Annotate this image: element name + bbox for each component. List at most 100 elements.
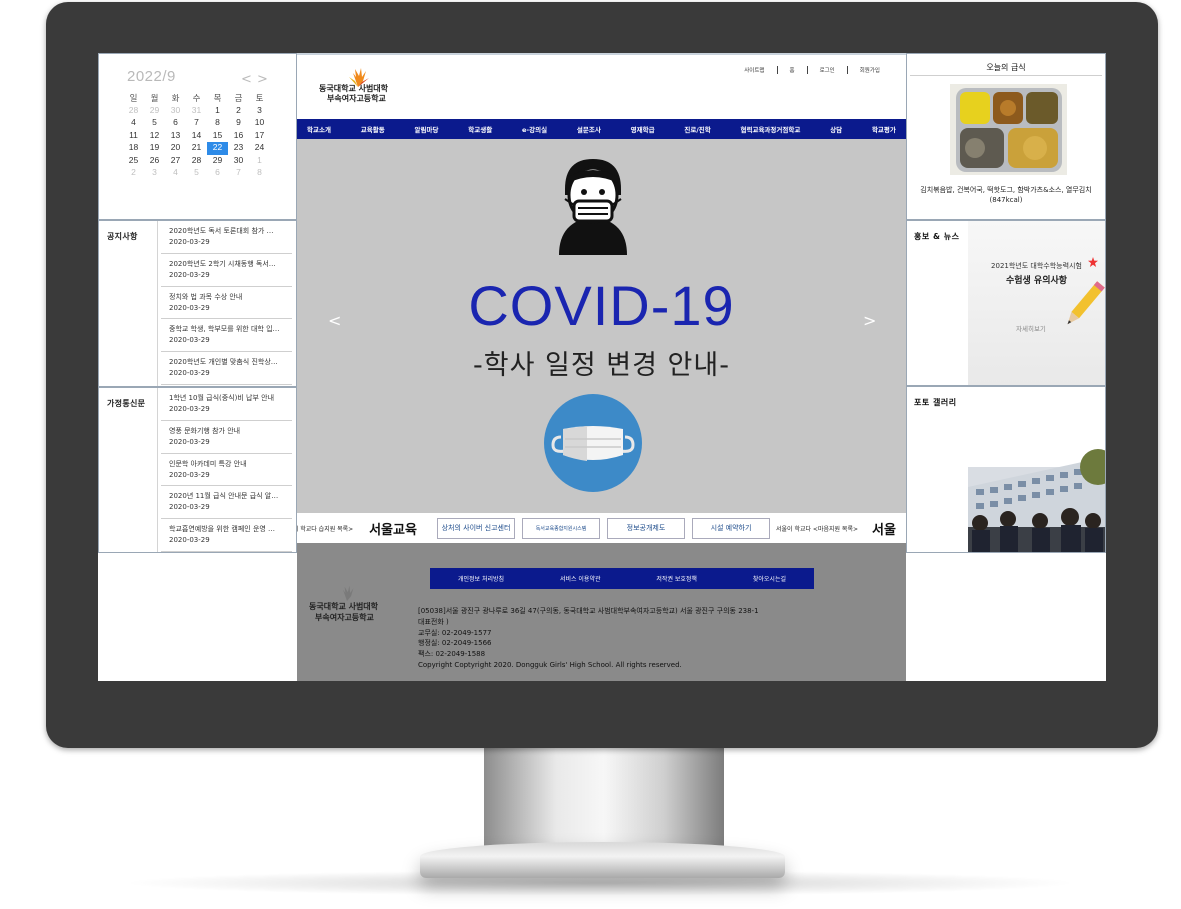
banner-facility-reservation[interactable]: 시설 예약하기	[692, 517, 770, 539]
calendar-day[interactable]: 14	[186, 130, 207, 143]
calendar-day[interactable]: 4	[165, 167, 186, 180]
calendar-day[interactable]: 18	[123, 142, 144, 155]
calendar-day[interactable]: 24	[249, 142, 270, 155]
calendar-day[interactable]: 3	[249, 105, 270, 118]
promo-card[interactable]: 2021학년도 대학수학능력시험 수험생 유의사항 자세히보기	[968, 221, 1105, 385]
notice-title[interactable]: 공지사항	[107, 231, 138, 242]
calendar-day[interactable]: 26	[144, 155, 165, 168]
calendar-day[interactable]: 31	[186, 105, 207, 118]
nav-item[interactable]: e-강의실	[522, 124, 547, 134]
footer-terms-link[interactable]: 서비스 이용약관	[560, 574, 601, 583]
calendar-day[interactable]: 29	[144, 105, 165, 118]
util-login-link[interactable]: 로그인	[806, 66, 847, 74]
newsletter-item[interactable]: 2020년 11월 급식 안내문 급식 알… 2020-03-29	[161, 486, 292, 520]
promo-card-more[interactable]: 자세히보기	[1016, 323, 1046, 333]
calendar-day[interactable]: 10	[249, 117, 270, 130]
banner-reading-system[interactable]: 독서교육종합지원시스템	[522, 517, 600, 539]
notice-item[interactable]: 2020학년도 개인별 맞춤식 진학상… 2020-03-29	[161, 352, 292, 385]
nav-item[interactable]: 학교소개	[307, 124, 331, 134]
newsletter-item[interactable]: 영풍 문화기행 참가 안내 2020-03-29	[161, 421, 292, 454]
calendar-day[interactable]: 27	[165, 155, 186, 168]
calendar-day[interactable]: 2	[228, 105, 249, 118]
gallery-photo[interactable]	[968, 387, 1105, 552]
util-signup-link[interactable]: 회원가입	[846, 66, 892, 74]
calendar-day[interactable]: 5	[144, 117, 165, 130]
calendar-day[interactable]: 28	[123, 105, 144, 118]
notice-item[interactable]: 정치와 법 과목 수상 안내 2020-03-29	[161, 287, 292, 320]
banner-info-disclosure[interactable]: 정보공개제도	[607, 517, 685, 539]
calendar-day[interactable]: 20	[165, 142, 186, 155]
notice-item[interactable]: 2020학년도 독서 토론대회 참가 … 2020-03-29	[161, 221, 292, 254]
nav-item[interactable]: 영재학급	[631, 124, 655, 134]
newsletter-item-title[interactable]: 2020년 11월 급식 안내문 급식 알…	[169, 491, 292, 501]
calendar-day[interactable]: 9	[228, 117, 249, 130]
notice-item-title[interactable]: 정치와 법 과목 수상 안내	[169, 292, 292, 302]
calendar-day[interactable]: 7	[228, 167, 249, 180]
newsletter-title[interactable]: 가정통신문	[107, 398, 145, 409]
notice-item-title[interactable]: 2020학년도 2학기 시채동행 독서…	[169, 259, 292, 269]
photo-gallery-title[interactable]: 포토 갤러리	[914, 397, 957, 408]
footer-copyright-link[interactable]: 저작권 보호정책	[656, 574, 697, 583]
calendar-day[interactable]: 4	[123, 117, 144, 130]
newsletter-item-title[interactable]: 학교흡연예방을 위한 캠페인 운영 …	[169, 524, 292, 534]
nav-item[interactable]: 협력교육과정거점학교	[741, 124, 801, 134]
util-home-link[interactable]: 홈	[776, 66, 807, 74]
newsletter-item[interactable]: 인문학 아카데미 특강 안내 2020-03-29	[161, 454, 292, 487]
banner-seoul-school-left[interactable]: 이 학교다 습지원 목록>	[297, 517, 353, 539]
newsletter-item-title[interactable]: 인문학 아카데미 특강 안내	[169, 459, 292, 469]
calendar-day[interactable]: 21	[186, 142, 207, 155]
calendar-day[interactable]: 12	[144, 130, 165, 143]
calendar-day[interactable]: 6	[207, 167, 228, 180]
calendar-day[interactable]: 3	[144, 167, 165, 180]
newsletter-item[interactable]: 학교흡연예방을 위한 캠페인 운영 … 2020-03-29	[161, 519, 292, 552]
notice-item-title[interactable]: 2020학년도 개인별 맞춤식 진학상…	[169, 357, 292, 367]
calendar-day[interactable]: 23	[228, 142, 249, 155]
banner-cyber-report[interactable]: 상처의 사이버 신고센터	[437, 517, 515, 539]
calendar-day[interactable]: 1	[249, 155, 270, 168]
calendar-day[interactable]: 16	[228, 130, 249, 143]
banner-seoul-school-right[interactable]: 서울이 학교다 <마음지원 목록>	[776, 517, 858, 539]
calendar-day[interactable]: 2	[123, 167, 144, 180]
calendar-month-title: 2022/9	[127, 68, 176, 85]
calendar-day[interactable]: 22	[207, 142, 228, 155]
calendar-day[interactable]: 29	[207, 155, 228, 168]
calendar-day[interactable]: 28	[186, 155, 207, 168]
footer-privacy-link[interactable]: 개인정보 처리방침	[458, 574, 504, 583]
calendar-day[interactable]: 8	[207, 117, 228, 130]
notice-item-title[interactable]: 2020학년도 독서 토론대회 참가 …	[169, 226, 292, 236]
calendar-day[interactable]: 30	[228, 155, 249, 168]
calendar-prev-button[interactable]: <	[241, 72, 252, 87]
calendar-day[interactable]: 15	[207, 130, 228, 143]
nav-item[interactable]: 학교평가	[872, 124, 896, 134]
newsletter-item-title[interactable]: 1학년 10월 급식(중식)비 납부 안내	[169, 393, 292, 403]
nav-item[interactable]: 설문조사	[577, 124, 601, 134]
banner-seoul-partial[interactable]: 서울	[864, 517, 904, 539]
meal-tray-image[interactable]	[950, 84, 1067, 175]
notice-item[interactable]: 중학교 학생, 학부모를 위한 대학 입… 2020-03-29	[161, 319, 292, 353]
nav-item[interactable]: 알림마당	[415, 124, 439, 134]
calendar-day[interactable]: 6	[165, 117, 186, 130]
notice-item[interactable]: 2020학년도 2학기 시채동행 독서… 2020-03-29	[161, 254, 292, 287]
calendar-day[interactable]: 17	[249, 130, 270, 143]
footer-directions-link[interactable]: 찾아오시는길	[753, 574, 786, 583]
calendar-day[interactable]: 13	[165, 130, 186, 143]
calendar-day[interactable]: 25	[123, 155, 144, 168]
newsletter-item[interactable]: 1학년 10월 급식(중식)비 납부 안내 2020-03-29	[161, 388, 292, 421]
newsletter-item-title[interactable]: 영풍 문화기행 참가 안내	[169, 426, 292, 436]
promo-news-title[interactable]: 홍보 & 뉴스	[914, 231, 960, 242]
calendar-day[interactable]: 5	[186, 167, 207, 180]
calendar-next-button[interactable]: >	[257, 72, 268, 87]
nav-item[interactable]: 진로/진학	[684, 124, 710, 134]
calendar-day[interactable]: 8	[249, 167, 270, 180]
notice-item-title[interactable]: 중학교 학생, 학부모를 위한 대학 입…	[169, 324, 292, 334]
calendar-day[interactable]: 30	[165, 105, 186, 118]
calendar-day[interactable]: 7	[186, 117, 207, 130]
nav-item[interactable]: 상담	[830, 124, 842, 134]
calendar-day[interactable]: 1	[207, 105, 228, 118]
banner-seoul-education[interactable]: 서울교육	[356, 517, 430, 539]
util-sitemap-link[interactable]: 사이트맵	[732, 66, 776, 74]
calendar-day[interactable]: 11	[123, 130, 144, 143]
nav-item[interactable]: 학교생활	[468, 124, 492, 134]
calendar-day[interactable]: 19	[144, 142, 165, 155]
nav-item[interactable]: 교육활동	[361, 124, 385, 134]
